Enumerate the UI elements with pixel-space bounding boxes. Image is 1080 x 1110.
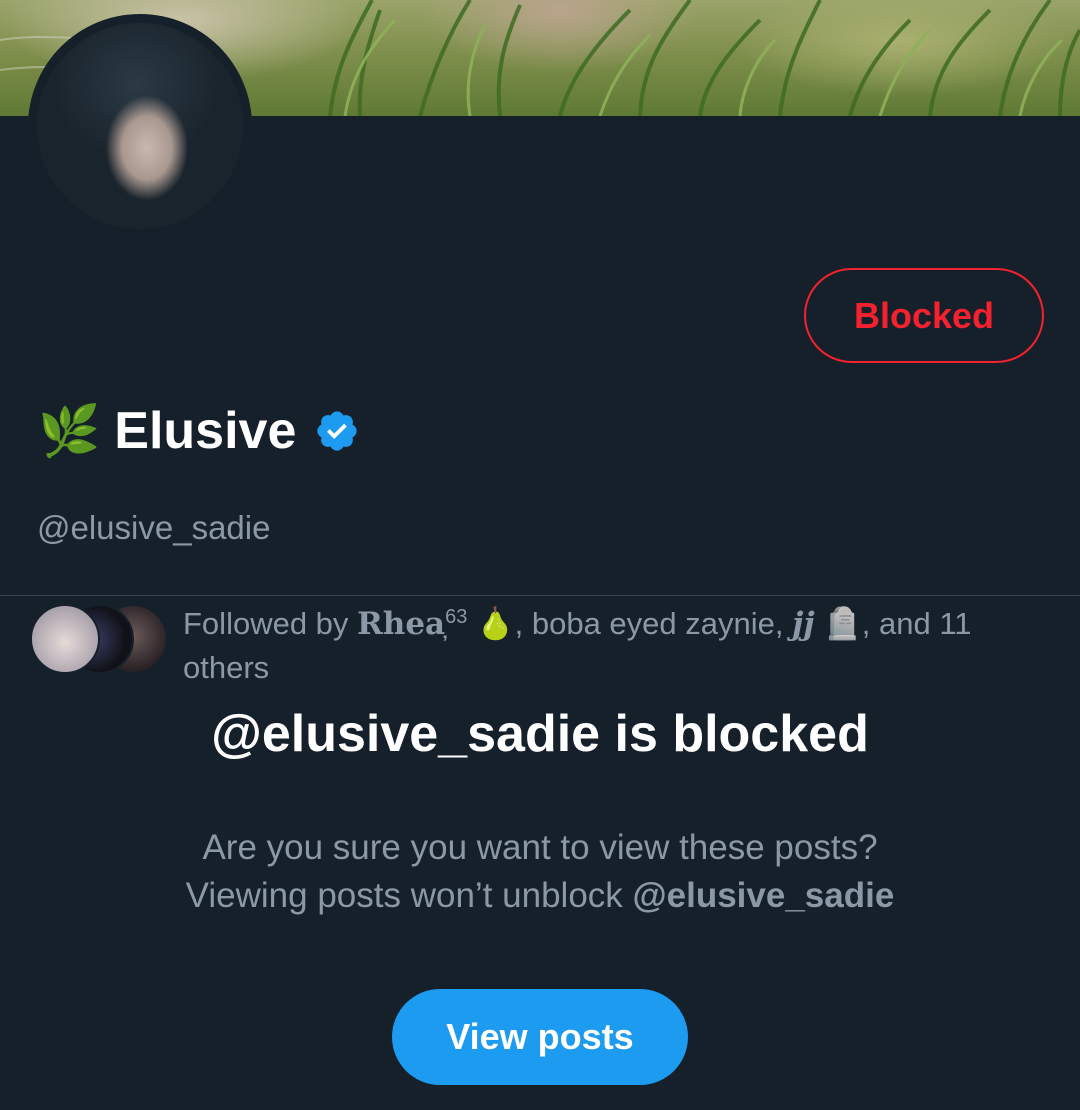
section-divider	[0, 595, 1080, 596]
follower-name-jj: jj	[792, 606, 815, 642]
view-posts-button[interactable]: View posts	[392, 989, 688, 1085]
follower-avatars	[30, 602, 170, 678]
blocked-notice-message: Are you sure you want to view these post…	[0, 824, 1080, 920]
profile-avatar[interactable]	[28, 14, 252, 238]
verified-badge-icon[interactable]	[314, 408, 360, 454]
view-posts-label: View posts	[446, 1016, 634, 1057]
follower-name-rhea: Rhea	[357, 606, 446, 642]
blocked-button-label: Blocked	[853, 294, 995, 336]
follower-name-sup: 63	[445, 606, 468, 628]
profile-handle: @elusive_sadie	[37, 509, 271, 546]
followed-by-text: Followed by Rhea̦63 🍐, boba eyed zaynie,…	[183, 602, 1033, 690]
blocked-notice-line2-text: Viewing posts won’t unblock	[185, 876, 633, 915]
headstone-emoji: 🪦	[814, 606, 862, 641]
followed-by-prefix: Followed by	[183, 606, 358, 641]
follower-name-boba: , boba eyed zaynie,	[514, 606, 793, 641]
avatar-image	[37, 23, 243, 229]
blocked-notice-handle: @elusive_sadie	[632, 876, 895, 915]
display-name: Elusive	[114, 402, 297, 460]
name-row: 🌿 Elusive	[38, 398, 360, 464]
herb-emoji: 🌿	[38, 403, 101, 459]
blocked-button[interactable]: Blocked	[804, 268, 1044, 363]
follower-avatar	[30, 604, 100, 674]
blocked-notice-line1: Are you sure you want to view these post…	[202, 828, 878, 867]
blocked-notice-line2: Viewing posts won’t unblock @elusive_sad…	[0, 872, 1080, 920]
blocked-notice-title: @elusive_sadie is blocked	[211, 705, 869, 763]
pear-emoji: 🍐	[467, 606, 515, 641]
